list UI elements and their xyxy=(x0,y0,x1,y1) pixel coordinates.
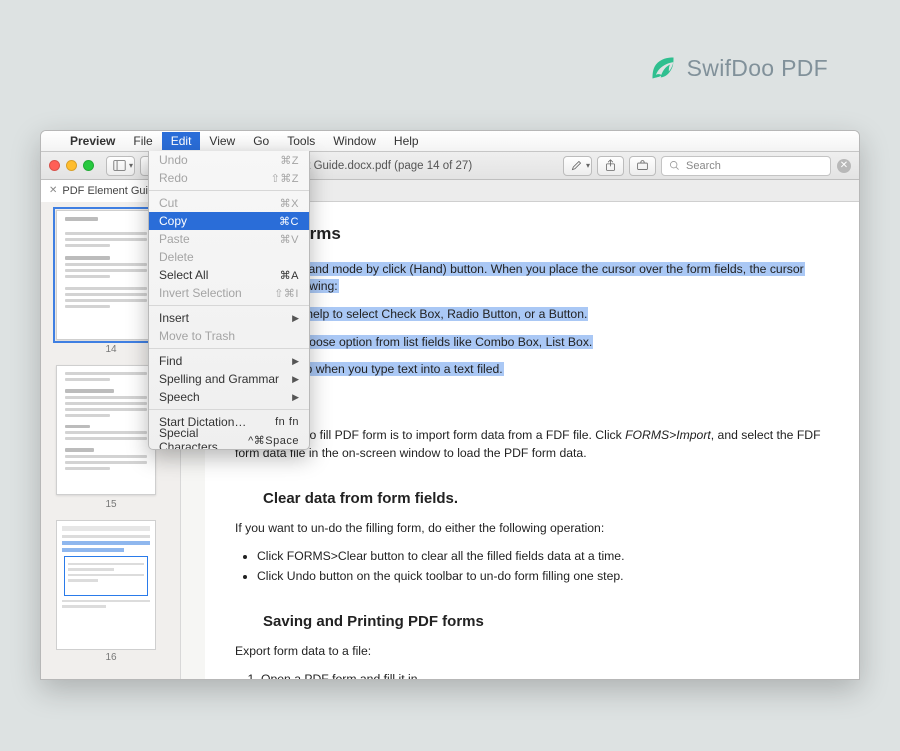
swifdoo-logo-icon xyxy=(649,54,677,82)
thumb-label-15: 15 xyxy=(46,499,176,510)
para-undo-intro: If you want to un-do the filling form, d… xyxy=(235,520,829,538)
menu-speech[interactable]: Speech▶ xyxy=(149,388,309,406)
edit-menu-dropdown: Undo⌘Z Redo⇧⌘Z Cut⌘X Copy⌘C Paste⌘V Dele… xyxy=(148,151,310,450)
menu-view[interactable]: View xyxy=(200,132,244,150)
chevron-down-icon: ▾ xyxy=(129,161,133,170)
menu-window[interactable]: Window xyxy=(324,132,385,150)
menu-copy[interactable]: Copy⌘C xyxy=(149,212,309,230)
brand-watermark: SwifDoo PDF xyxy=(649,54,828,82)
menu-redo: Redo⇧⌘Z xyxy=(149,169,309,187)
selected-text-1a: , change to Hand mode by click (Hand) bu… xyxy=(235,262,805,276)
menu-paste: Paste⌘V xyxy=(149,230,309,248)
chevron-down-icon: ▾ xyxy=(586,161,590,170)
thumb-label-16: 16 xyxy=(46,652,176,663)
menu-go[interactable]: Go xyxy=(244,132,278,150)
clear-search-button[interactable]: ✕ xyxy=(837,159,851,173)
menu-insert[interactable]: Insert▶ xyxy=(149,309,309,327)
bullet-clear-all: Click FORMS>Clear button to clear all th… xyxy=(257,548,829,566)
heading-clear-data: Clear data from form fields. xyxy=(263,488,829,510)
window-controls xyxy=(49,160,94,171)
menu-find[interactable]: Find▶ xyxy=(149,352,309,370)
share-icon xyxy=(604,159,617,172)
search-placeholder: Search xyxy=(686,160,721,172)
markup-button[interactable]: ▾ xyxy=(563,156,592,176)
menu-undo: Undo⌘Z xyxy=(149,151,309,169)
zoom-window-button[interactable] xyxy=(83,160,94,171)
menu-edit[interactable]: Edit xyxy=(162,132,201,150)
menu-invert-selection: Invert Selection⇧⌘I xyxy=(149,284,309,302)
search-icon xyxy=(668,159,681,172)
close-tab-icon[interactable]: ✕ xyxy=(49,185,57,196)
menu-app[interactable]: Preview xyxy=(61,132,124,150)
menu-help[interactable]: Help xyxy=(385,132,428,150)
minimize-window-button[interactable] xyxy=(66,160,77,171)
menu-delete: Delete xyxy=(149,248,309,266)
thumbnail-page-16[interactable] xyxy=(56,520,156,650)
heading-save-print: Saving and Printing PDF forms xyxy=(263,611,829,633)
menu-select-all[interactable]: Select All⌘A xyxy=(149,266,309,284)
menu-spelling-grammar[interactable]: Spelling and Grammar▶ xyxy=(149,370,309,388)
menu-cut: Cut⌘X xyxy=(149,194,309,212)
para-export-intro: Export form data to a file: xyxy=(235,643,829,661)
sidebar-view-button[interactable]: ▾ xyxy=(106,156,135,176)
sidebar-icon xyxy=(113,159,126,172)
share-button[interactable] xyxy=(597,156,624,176)
search-input[interactable]: Search xyxy=(661,156,831,176)
step-open-fill: Open a PDF form and fill it in. xyxy=(261,671,829,679)
pencil-icon xyxy=(570,159,583,172)
bullet-undo-one: Click Undo button on the quick toolbar t… xyxy=(257,568,829,586)
thumbnail-page-15[interactable] xyxy=(56,365,156,495)
menubar: Preview File Edit View Go Tools Window H… xyxy=(41,131,859,152)
thumbnail-page-14[interactable] xyxy=(56,210,156,340)
menu-file[interactable]: File xyxy=(124,132,161,150)
menu-tools[interactable]: Tools xyxy=(278,132,324,150)
menu-move-to-trash: Move to Trash xyxy=(149,327,309,345)
brand-name: SwifDoo PDF xyxy=(687,55,828,82)
menu-special-characters[interactable]: Special Characters…^⌘Space xyxy=(149,431,309,449)
para-import-i: FORMS>Import xyxy=(625,428,711,442)
close-window-button[interactable] xyxy=(49,160,60,171)
heading-fill-forms: in PDF forms xyxy=(235,222,829,247)
annotate-button[interactable] xyxy=(629,156,656,176)
toolbox-icon xyxy=(636,159,649,172)
